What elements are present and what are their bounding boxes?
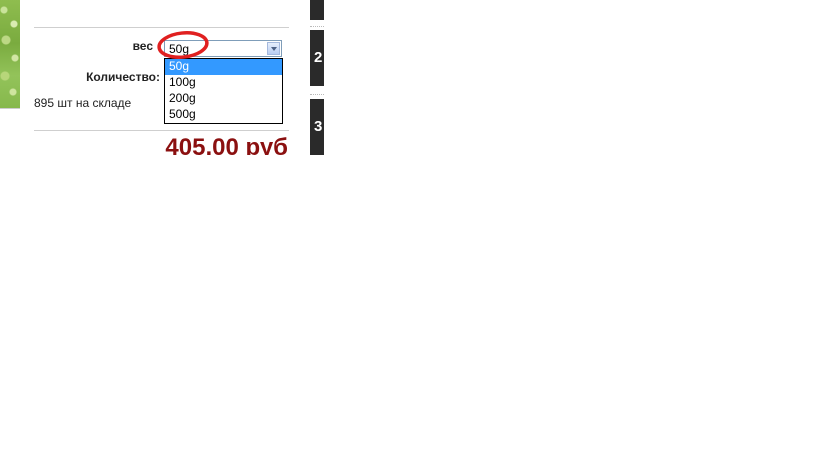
dropdown-option-100g[interactable]: 100g — [165, 75, 282, 91]
stock-status: 895 шт на складе — [34, 96, 132, 110]
divider-bottom — [34, 130, 289, 131]
weight-select-value: 50g — [169, 42, 190, 56]
dropdown-option-500g[interactable]: 500g — [165, 107, 282, 123]
side-block-2[interactable]: 2 — [310, 30, 324, 86]
divider-top — [34, 27, 289, 28]
side-block-3[interactable]: 3 — [310, 99, 324, 155]
dropdown-option-50g[interactable]: 50g — [165, 59, 282, 75]
weight-dropdown-list[interactable]: 50g 100g 200g 500g — [164, 58, 283, 124]
side-divider — [310, 94, 324, 95]
weight-select[interactable]: 50g — [164, 40, 282, 57]
quantity-label: Количество: — [86, 70, 160, 84]
weight-label: вес — [132, 39, 153, 53]
dropdown-option-200g[interactable]: 200g — [165, 91, 282, 107]
product-image[interactable] — [0, 0, 20, 108]
side-block-1[interactable] — [310, 0, 324, 20]
price-label: 405,00 руб — [165, 134, 288, 155]
side-divider — [310, 26, 324, 27]
image-frame-line — [0, 108, 20, 109]
chevron-down-icon[interactable] — [267, 42, 280, 55]
